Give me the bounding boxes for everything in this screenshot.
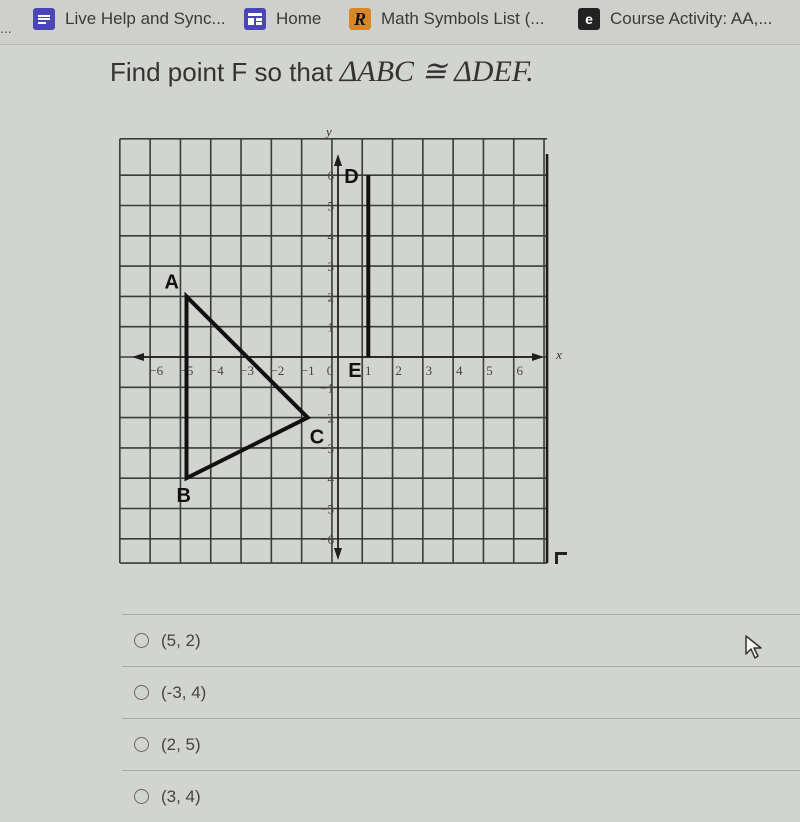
- option-label: (5, 2): [161, 630, 201, 650]
- x-tick-label: 2: [395, 363, 402, 378]
- answer-options: (5, 2) (-3, 4) (2, 5) (3, 4): [122, 614, 800, 822]
- answer-option[interactable]: (5, 2): [122, 614, 800, 666]
- x-axis-arrow-right: [532, 353, 545, 361]
- y-axis-arrow-down: [334, 548, 342, 561]
- x-tick-label: 4: [456, 363, 463, 378]
- x-tick-label: −2: [270, 363, 284, 378]
- option-label: (3, 4): [161, 786, 201, 806]
- y-tick-label: −6: [320, 532, 334, 547]
- radio-button[interactable]: [134, 789, 149, 804]
- x-tick-label: −3: [240, 363, 254, 378]
- option-label: (-3, 4): [161, 682, 207, 702]
- point-label-b: B: [177, 485, 191, 507]
- y-tick-label: −2: [320, 411, 334, 426]
- answer-option[interactable]: (3, 4): [122, 770, 800, 822]
- y-axis-label: y: [324, 124, 332, 139]
- y-tick-label: 5: [328, 199, 335, 214]
- y-tick-label: −5: [320, 502, 334, 517]
- x-tick-label: 6: [517, 363, 524, 378]
- x-tick-label: 1: [365, 363, 372, 378]
- point-label-c: C: [310, 427, 324, 449]
- y-tick-label: 6: [328, 168, 335, 183]
- x-tick-label: 3: [426, 363, 433, 378]
- point-label-a: A: [165, 271, 179, 293]
- y-tick-label: 1: [328, 320, 335, 335]
- radio-button[interactable]: [134, 685, 149, 700]
- x-tick-label: 0: [327, 363, 334, 378]
- x-tick-label: 5: [486, 363, 493, 378]
- y-tick-label: 3: [328, 259, 335, 274]
- answer-option[interactable]: (-3, 4): [122, 666, 800, 718]
- mouse-cursor-icon: [745, 635, 762, 659]
- option-label: (2, 5): [161, 734, 201, 754]
- y-tick-label: −1: [320, 380, 334, 395]
- x-tick-label: −4: [210, 363, 224, 378]
- y-tick-label: −4: [320, 471, 334, 486]
- y-tick-label: 4: [328, 229, 335, 244]
- answer-option[interactable]: (2, 5): [122, 718, 800, 770]
- x-tick-label: −6: [149, 363, 163, 378]
- resize-corner-icon: [555, 552, 567, 564]
- x-axis-arrow-left: [131, 353, 144, 361]
- radio-button[interactable]: [134, 633, 149, 648]
- radio-button[interactable]: [134, 737, 149, 752]
- y-tick-label: 2: [328, 289, 335, 304]
- x-tick-label: −1: [301, 363, 315, 378]
- point-label-d: D: [344, 166, 358, 188]
- y-axis-arrow-up: [334, 153, 342, 166]
- x-axis-label: x: [555, 347, 562, 362]
- point-label-e: E: [348, 360, 361, 382]
